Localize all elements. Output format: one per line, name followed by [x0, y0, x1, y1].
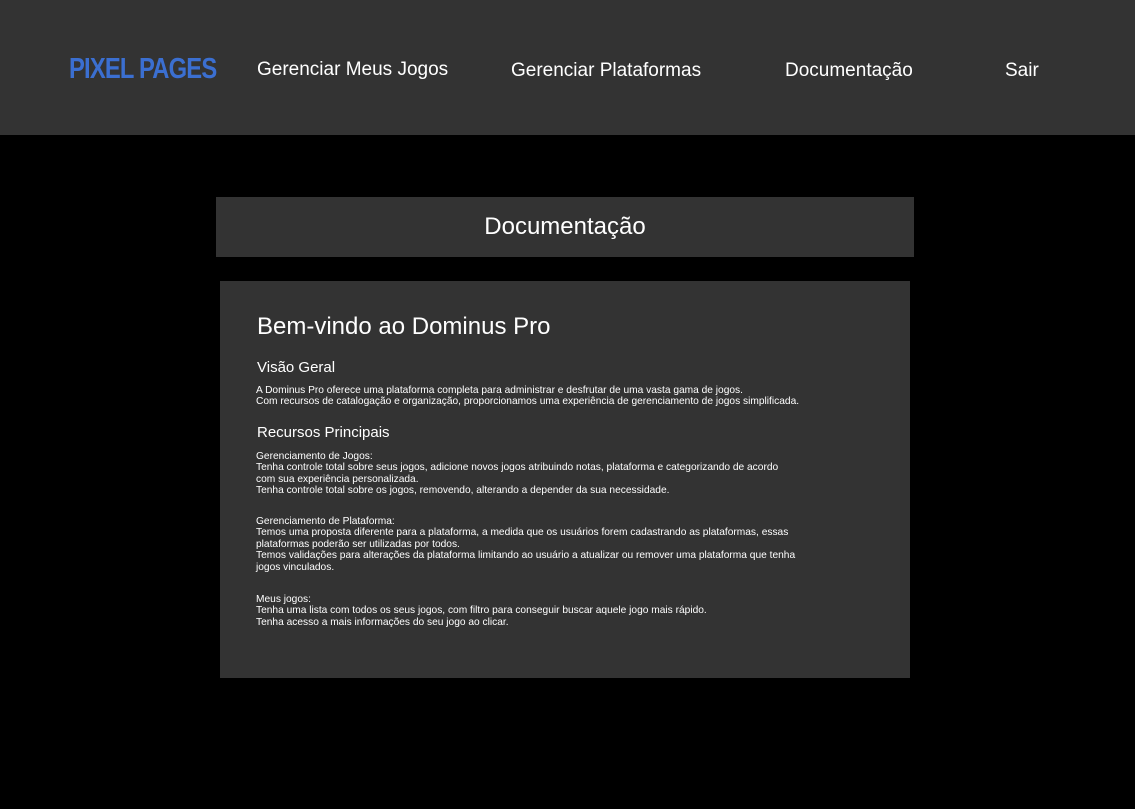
feature-line: Meus jogos: — [256, 594, 311, 605]
nav-link-gerenciar-meus-jogos[interactable]: Gerenciar Meus Jogos — [257, 58, 448, 82]
feature-line: Gerenciamento de Plataforma: — [256, 516, 395, 527]
nav-link-gerenciar-plataformas[interactable]: Gerenciar Plataformas — [511, 59, 701, 83]
feature-line: Tenha controle total sobre seus jogos, a… — [256, 462, 779, 474]
page-title: Documentação — [216, 197, 914, 257]
feature-line: plataformas poderão ser utilizadas por t… — [256, 538, 460, 550]
overview-paragraph: A Dominus Pro oferece uma plataforma com… — [256, 385, 896, 408]
doc-heading: Bem-vindo ao Dominus Pro — [257, 313, 551, 340]
overview-line: A Dominus Pro oferece uma plataforma com… — [256, 385, 743, 396]
overview-line: Com recursos de catalogação e organizaçã… — [256, 396, 800, 408]
feature-line: Temos validações para alterações da plat… — [256, 550, 796, 562]
feature-block-my-games: Meus jogos: Tenha uma lista com todos os… — [256, 594, 896, 628]
section-title-overview: Visão Geral — [257, 359, 336, 376]
page: PIXEL PAGES Gerenciar Meus Jogos Gerenci… — [0, 0, 1135, 809]
feature-line: Tenha uma lista com todos os seus jogos,… — [256, 605, 707, 617]
feature-block-platforms: Gerenciamento de Plataforma: Temos uma p… — [256, 516, 896, 573]
documentation-card: Bem-vindo ao Dominus Pro Visão Geral A D… — [220, 281, 910, 678]
feature-line: jogos vinculados. — [256, 561, 335, 573]
feature-line: Tenha acesso a mais informações do seu j… — [256, 616, 509, 628]
feature-line: com sua experiência personalizada. — [256, 473, 419, 485]
section-title-features: Recursos Principais — [257, 424, 390, 441]
nav-link-sair[interactable]: Sair — [1005, 59, 1039, 83]
app-logo[interactable]: PIXEL PAGES — [69, 52, 217, 86]
feature-line: Tenha controle total sobre os jogos, rem… — [256, 485, 670, 497]
feature-line: Gerenciamento de Jogos: — [256, 451, 373, 462]
feature-line: Temos uma proposta diferente para a plat… — [256, 527, 789, 539]
top-navbar: PIXEL PAGES Gerenciar Meus Jogos Gerenci… — [0, 0, 1135, 135]
nav-link-documentacao[interactable]: Documentação — [785, 59, 913, 83]
feature-block-games: Gerenciamento de Jogos: Tenha controle t… — [256, 451, 896, 497]
